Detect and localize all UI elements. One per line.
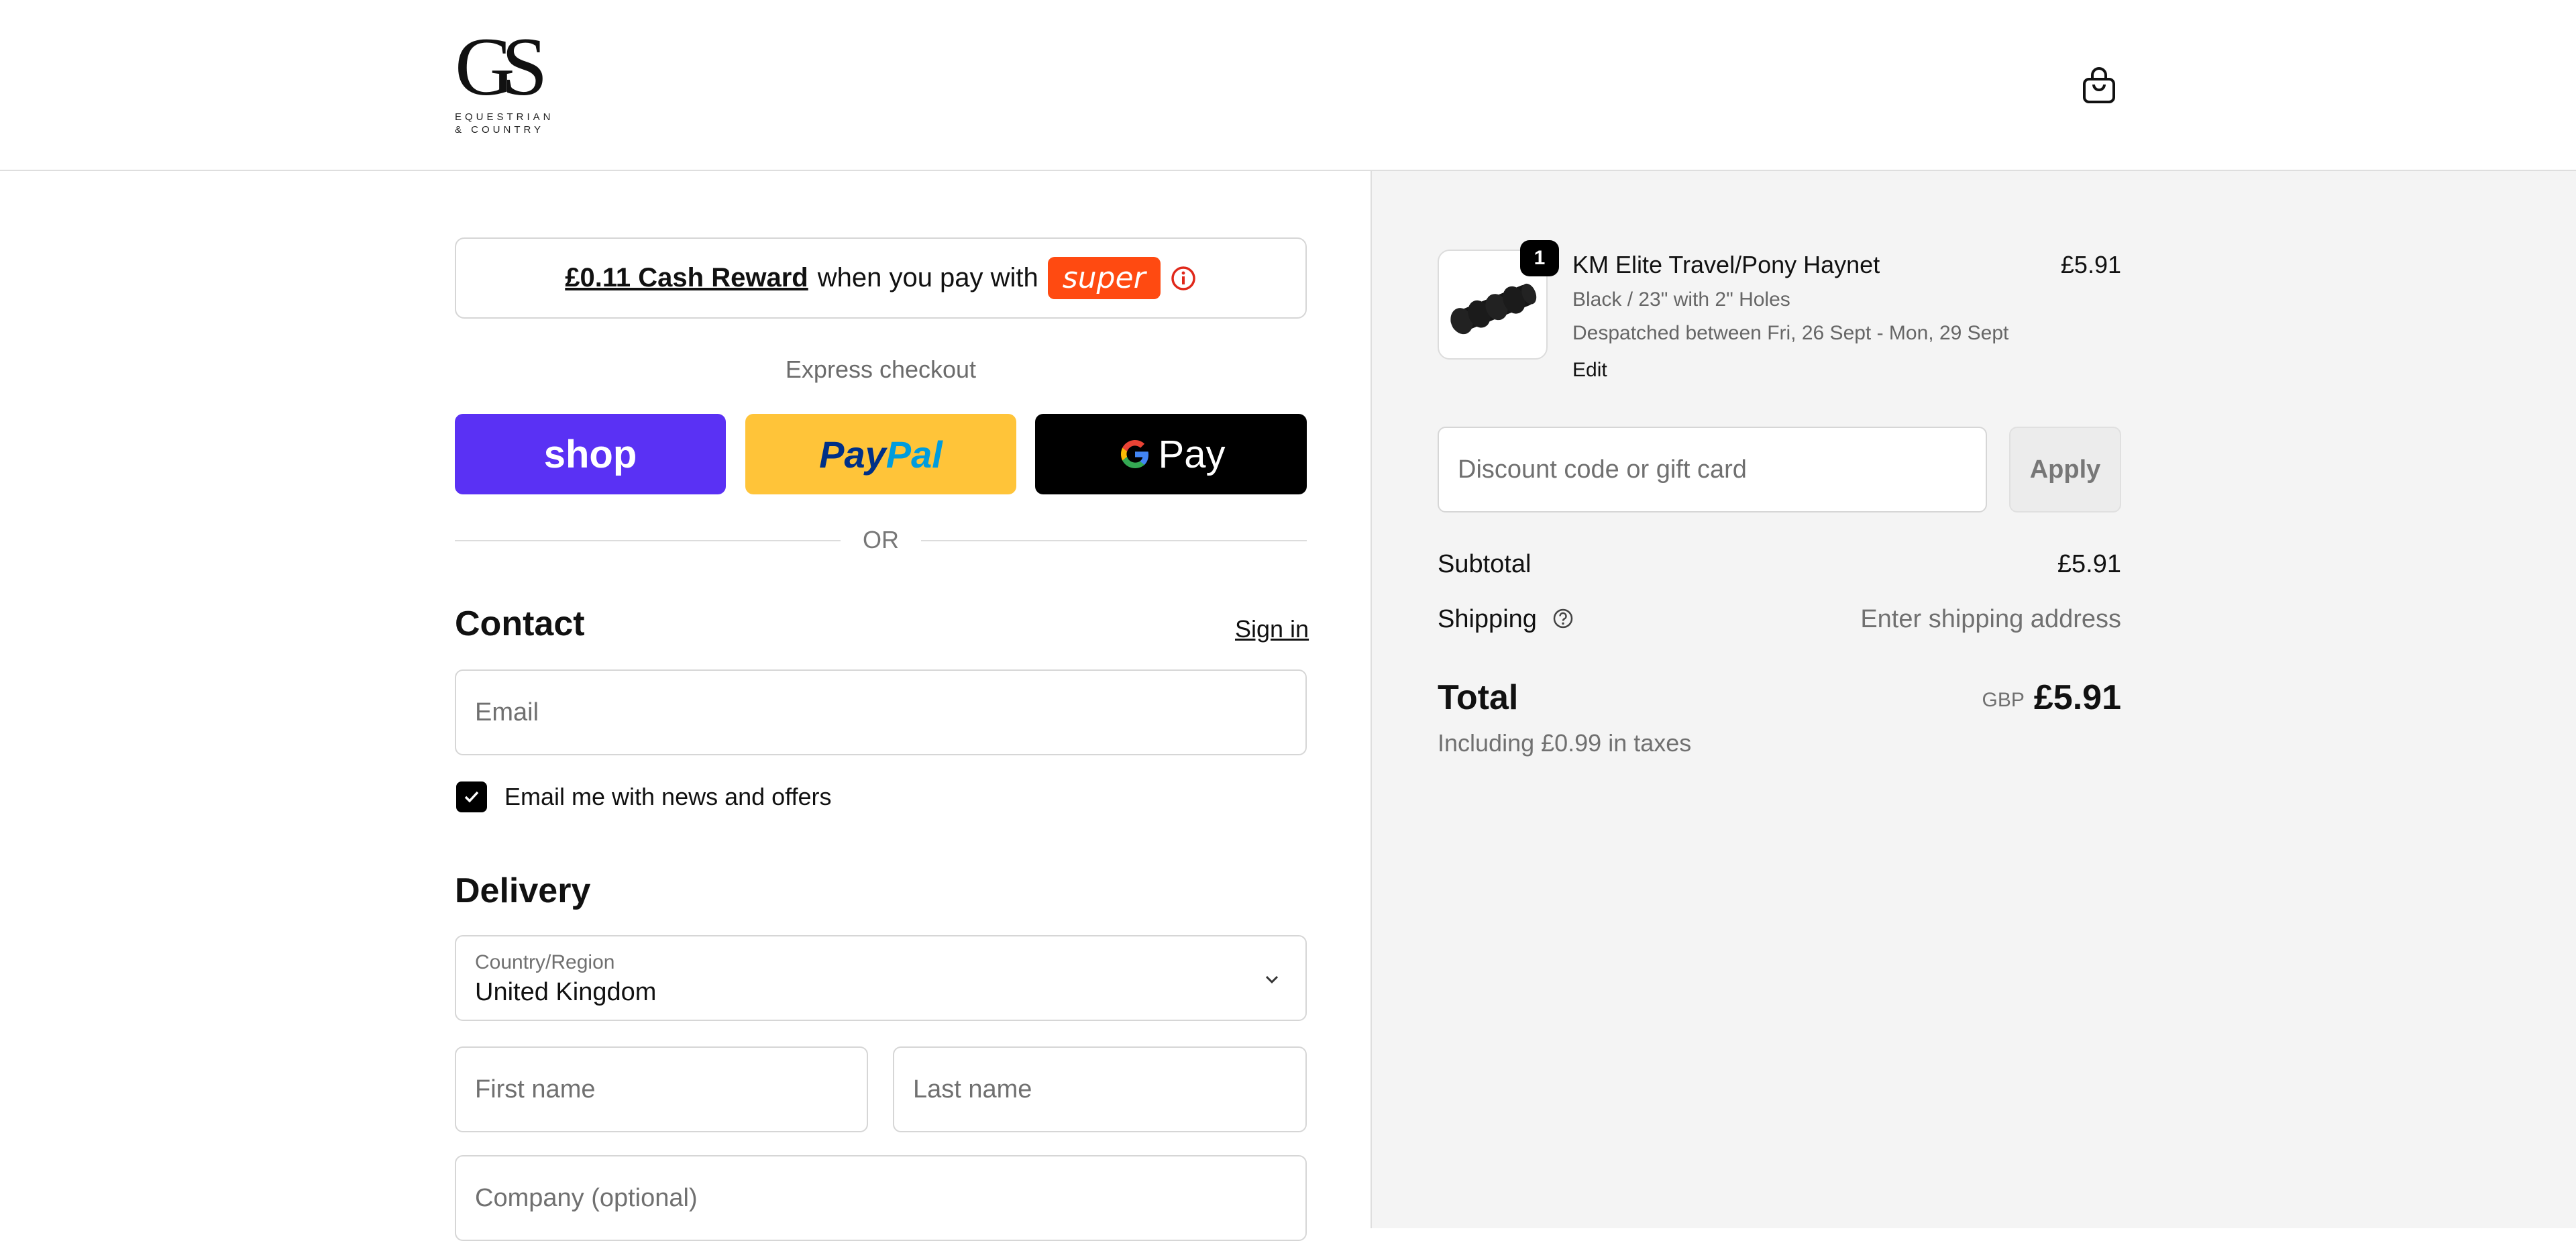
- total-currency: GBP: [1982, 689, 2025, 711]
- or-text: OR: [863, 526, 899, 553]
- first-name-placeholder: First name: [475, 1075, 596, 1103]
- brand-logo[interactable]: GS EQUESTRIAN & COUNTRY: [455, 21, 562, 141]
- or-divider: OR: [455, 523, 1307, 557]
- brand-line-2: & COUNTRY: [455, 124, 545, 136]
- newsletter-label: Email me with news and offers: [504, 783, 832, 810]
- sign-in-link[interactable]: Sign in: [1235, 615, 1309, 643]
- total-label: Total: [1438, 678, 1519, 717]
- product-variant: Black / 23" with 2" Holes: [1572, 288, 1790, 311]
- discount-code-input[interactable]: Discount code or gift card: [1438, 427, 1987, 512]
- reward-amount[interactable]: £0.11 Cash Reward: [565, 263, 808, 293]
- email-field[interactable]: Email: [455, 669, 1307, 755]
- subtotal-label: Subtotal: [1438, 550, 1532, 578]
- total-amount-group: GBP £5.91: [1811, 678, 2122, 718]
- brand-line-1: EQUESTRIAN: [455, 111, 554, 123]
- paypal-label-pal: Pal: [885, 433, 943, 476]
- first-name-field[interactable]: First name: [455, 1046, 868, 1132]
- total-value: £5.91: [2033, 678, 2121, 717]
- newsletter-checkbox[interactable]: [456, 781, 487, 812]
- google-g-icon: [1120, 440, 1148, 468]
- tax-note: Including £0.99 in taxes: [1438, 729, 1692, 757]
- google-pay-button[interactable]: Pay: [1035, 414, 1307, 494]
- super-logo: super: [1047, 257, 1161, 299]
- help-icon[interactable]: [1552, 607, 1574, 630]
- apply-discount-button[interactable]: Apply: [2009, 427, 2121, 512]
- google-pay-label: Pay: [1158, 432, 1226, 476]
- country-select[interactable]: Country/Region United Kingdom: [455, 935, 1307, 1021]
- country-label: Country/Region: [475, 951, 615, 973]
- express-checkout-label: Express checkout: [785, 356, 977, 383]
- shop-pay-label: shop: [543, 432, 637, 476]
- cash-reward-banner[interactable]: £0.11 Cash Reward when you pay with supe…: [455, 237, 1307, 319]
- last-name-field[interactable]: Last name: [893, 1046, 1307, 1132]
- company-placeholder: Company (optional): [475, 1183, 698, 1212]
- shipping-label: Shipping: [1438, 605, 1537, 633]
- dispatch-info: Despatched between Fri, 26 Sept - Mon, 2…: [1572, 322, 2009, 344]
- discount-placeholder: Discount code or gift card: [1458, 455, 1747, 484]
- reward-text: when you pay with: [817, 263, 1038, 292]
- checkmark-icon: [464, 791, 479, 803]
- divider-line-left: [455, 540, 841, 541]
- info-icon[interactable]: [1170, 265, 1197, 292]
- subtotal-value: £5.91: [2057, 550, 2121, 578]
- email-placeholder: Email: [475, 698, 539, 726]
- paypal-label-pay: Pay: [819, 433, 886, 476]
- contact-title: Contact: [455, 604, 585, 643]
- edit-item-link[interactable]: Edit: [1572, 359, 1607, 382]
- shop-pay-button[interactable]: shop: [455, 414, 726, 494]
- paypal-button[interactable]: Pay Pal: [745, 414, 1016, 494]
- newsletter-row[interactable]: Email me with news and offers: [456, 780, 832, 814]
- delivery-title: Delivery: [455, 871, 591, 910]
- divider-line-right: [921, 540, 1307, 541]
- product-name: KM Elite Travel/Pony Haynet: [1572, 251, 1880, 278]
- chevron-down-icon: [1265, 975, 1279, 984]
- country-value: United Kingdom: [475, 978, 657, 1006]
- last-name-placeholder: Last name: [913, 1075, 1032, 1103]
- quantity-badge: 1: [1520, 240, 1559, 276]
- product-price: £5.91: [2060, 251, 2121, 278]
- shipping-value: Enter shipping address: [1860, 605, 2121, 633]
- shopping-bag-icon[interactable]: [2082, 67, 2116, 105]
- brand-monogram: GS: [455, 21, 548, 113]
- site-header: GS EQUESTRIAN & COUNTRY: [0, 0, 2576, 171]
- shipping-row: Shipping: [1438, 605, 1574, 634]
